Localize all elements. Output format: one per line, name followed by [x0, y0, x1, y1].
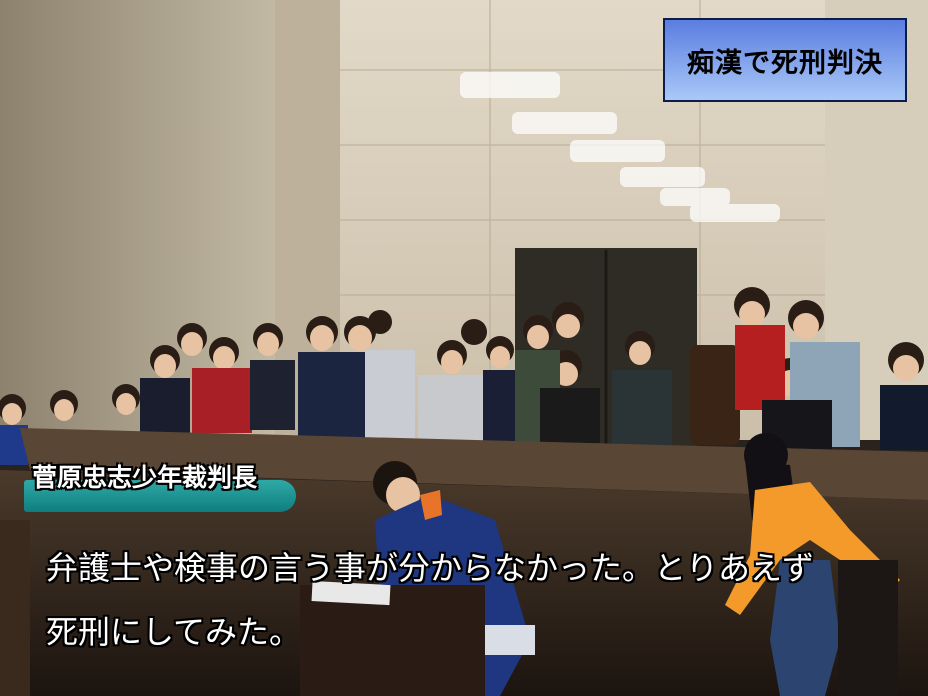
subtitle-line-2: 死刑にしてみた。 — [46, 613, 302, 651]
speaker-name: 菅原忠志少年裁判長 — [32, 463, 258, 492]
chair — [690, 345, 740, 445]
subtitle-line-1: 弁護士や検事の言う事が分からなかった。とりあえず — [46, 549, 815, 587]
caption-title: 痴漢で死刑判決 — [687, 47, 883, 79]
courtroom-photo — [0, 0, 928, 696]
caption-title-box: 痴漢で死刑判決 — [663, 18, 907, 102]
